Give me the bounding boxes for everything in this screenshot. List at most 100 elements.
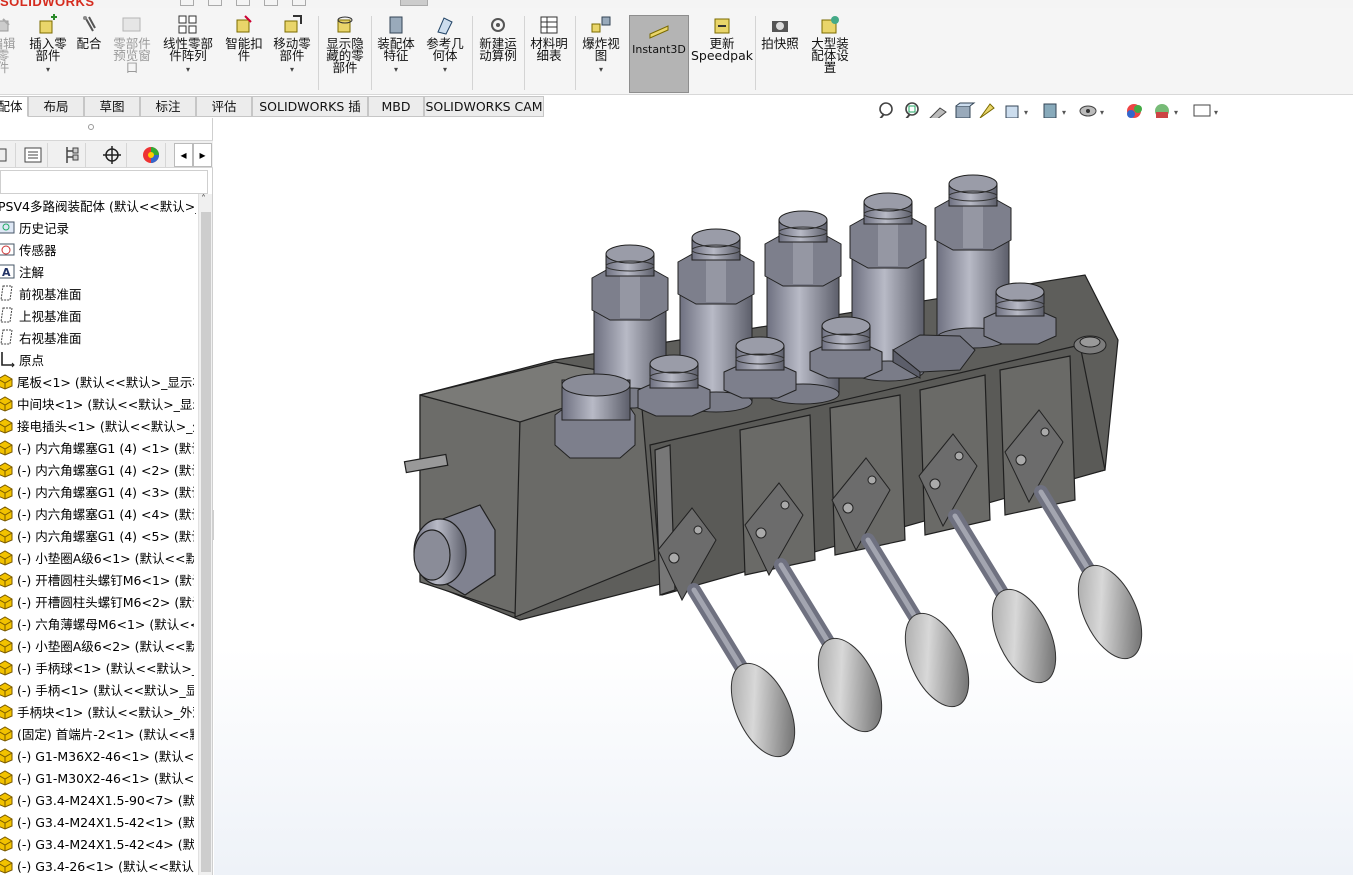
tree-item[interactable]: 尾板<1> (默认<<默认>_显示状 (0, 370, 194, 392)
chevron-down-icon[interactable]: ▾ (599, 64, 603, 76)
chevron-down-icon[interactable]: ▾ (290, 64, 294, 76)
linear-pattern-button[interactable]: 线性零部 件阵列 ▾ (158, 14, 218, 94)
tree-root-assembly[interactable]: PSV4多路阀装配体 (默认<<默认>_外 (0, 194, 196, 216)
tree-item[interactable]: (-) G3.4-26<1> (默认<<默认>_ (0, 854, 194, 876)
tree-item[interactable]: (-) 内六角螺塞G1 (4) <4> (默认 (0, 502, 194, 524)
insert-components-button[interactable]: 插入零 部件 ▾ (26, 14, 70, 94)
tree-item[interactable]: (-) 开槽圆柱头螺钉M6<1> (默认 (0, 568, 194, 590)
tab-solidworks-cam[interactable]: SOLIDWORKS CAM (424, 96, 544, 117)
tree-item[interactable]: (-) G1-M30X2-46<1> (默认<< (0, 766, 194, 788)
mate-button[interactable]: 配合 (72, 14, 106, 94)
quick-access-icon[interactable] (264, 0, 278, 6)
scrollbar-thumb[interactable] (201, 212, 211, 872)
tree-item[interactable]: (-) 内六角螺塞G1 (4) <2> (默认 (0, 458, 194, 480)
linear-pattern-label: 线性零部 件阵列 (162, 36, 213, 63)
tab-sketch[interactable]: 草图 (84, 96, 140, 117)
tree-item[interactable]: 原点 (0, 348, 196, 370)
bom-icon (538, 14, 560, 36)
tab-layout[interactable]: 布局 (28, 96, 84, 117)
section-view-icon (955, 102, 976, 119)
tree-item[interactable]: (-) G1-M36X2-46<1> (默认<< (0, 744, 194, 766)
tree-item[interactable]: (固定) 首端片-2<1> (默认<<默认 (0, 722, 194, 744)
tree-item[interactable]: 手柄块<1> (默认<<默认>_外观 (0, 700, 194, 722)
take-snapshot-button[interactable]: 拍快照 (757, 14, 803, 94)
quick-access-icon[interactable] (236, 0, 250, 6)
smart-fasteners-button[interactable]: 智能扣 件 (220, 14, 268, 94)
tab-mbd[interactable]: MBD (368, 96, 424, 117)
chevron-down-icon[interactable]: ▾ (46, 64, 50, 76)
feature-manager-panel: ◂ ▸ PSV4多路阀装配体 (默认<<默认>_外 历史记录 传感器 A 注解 前… (0, 118, 213, 875)
tree-item[interactable]: (-) 内六角螺塞G1 (4) <1> (默认 (0, 436, 194, 458)
chevron-down-icon[interactable]: ▾ (394, 64, 398, 76)
quick-access-icon[interactable] (292, 0, 306, 6)
instant3d-label: Instant3D (632, 43, 686, 56)
property-manager-tab[interactable] (18, 143, 48, 167)
tab-scroll-left-icon[interactable]: ◂ (174, 143, 193, 167)
exploded-view-button[interactable]: 爆炸视 图 ▾ (578, 14, 624, 94)
reference-geometry-label: 参考几 何体 (426, 36, 464, 63)
plane-icon (0, 284, 16, 302)
update-speedpak-button[interactable]: 更新 Speedpak (691, 14, 753, 94)
tree-scrollbar[interactable]: ˄ (198, 194, 212, 875)
graphics-area[interactable] (214, 118, 1353, 875)
reference-geometry-icon (434, 14, 456, 36)
part-icon (0, 526, 14, 544)
new-motion-study-button[interactable]: 新建运 动算例 (474, 14, 522, 94)
tree-item[interactable]: (-) G3.4-M24X1.5-42<4> (默认 (0, 832, 194, 854)
component-preview-button[interactable]: 零部件 预览窗 口 (108, 14, 156, 94)
instant3d-button[interactable]: Instant3D (629, 15, 689, 93)
assembly-features-button[interactable]: 装配体 特征 ▾ (373, 14, 419, 94)
feature-manager-tab[interactable] (0, 143, 16, 167)
scroll-up-icon[interactable]: ˄ (201, 194, 206, 205)
tab-markup[interactable]: 标注 (140, 96, 196, 117)
display-style-icon: ▾ (1043, 103, 1066, 119)
chevron-down-icon[interactable]: ▾ (443, 64, 447, 76)
quick-access-icon[interactable] (208, 0, 222, 6)
tree-item[interactable]: 中间块<1> (默认<<默认>_显示 (0, 392, 194, 414)
quick-access-icon[interactable] (180, 0, 194, 6)
tree-item[interactable]: (-) 开槽圆柱头螺钉M6<2> (默认 (0, 590, 194, 612)
tab-assembly[interactable]: 配体 (0, 96, 28, 117)
edit-component-button[interactable]: 编辑零 件 (0, 14, 20, 94)
tree-item[interactable]: 历史记录 (0, 216, 196, 238)
svg-text:▾: ▾ (1100, 108, 1104, 117)
display-manager-tab[interactable] (136, 143, 166, 167)
tab-evaluate[interactable]: 评估 (196, 96, 252, 117)
tree-item[interactable]: (-) G3.4-M24X1.5-42<1> (默认 (0, 810, 194, 832)
tree-item[interactable]: 上视基准面 (0, 304, 196, 326)
tree-item[interactable]: (-) 小垫圈A级6<1> (默认<<默认 (0, 546, 194, 568)
ribbon-divider (318, 16, 319, 90)
tree-item[interactable]: 传感器 (0, 238, 196, 260)
tree-item[interactable]: 前视基准面 (0, 282, 196, 304)
tree-item-label: 上视基准面 (19, 308, 82, 324)
tree-item[interactable]: (-) 手柄球<1> (默认<<默认>_外 (0, 656, 194, 678)
dimxpert-manager-tab[interactable] (97, 143, 127, 167)
move-component-button[interactable]: 移动零 部件 ▾ (268, 14, 316, 94)
tree-item-label: (-) 内六角螺塞G1 (4) <3> (默认 (17, 484, 194, 500)
tree-item-label: (-) 内六角螺塞G1 (4) <4> (默认 (17, 506, 194, 522)
tree-item[interactable]: 右视基准面 (0, 326, 196, 348)
tree-item[interactable]: A 注解 (0, 260, 196, 282)
valve-assembly-model (403, 174, 1143, 758)
tree-item[interactable]: (-) 内六角螺塞G1 (4) <3> (默认 (0, 480, 194, 502)
part-icon (0, 724, 14, 742)
tree-filter-input[interactable] (0, 170, 208, 194)
chevron-down-icon[interactable]: ▾ (186, 64, 190, 76)
quick-access-icon[interactable] (400, 0, 428, 6)
tree-item[interactable]: (-) G3.4-M24X1.5-90<7> (默认 (0, 788, 194, 810)
tree-item[interactable]: (-) 内六角螺塞G1 (4) <5> (默认 (0, 524, 194, 546)
show-hidden-components-button[interactable]: 显示隐 藏的零 部件 (320, 14, 370, 94)
zoom-to-area-icon (905, 102, 919, 120)
large-assembly-settings-button[interactable]: 大型装 配体设 置 (806, 14, 854, 94)
tree-item[interactable]: (-) 手柄<1> (默认<<默认>_显示 (0, 678, 194, 700)
reference-geometry-button[interactable]: 参考几 何体 ▾ (421, 14, 469, 94)
tree-item[interactable]: 接电插头<1> (默认<<默认>_外 (0, 414, 194, 436)
bill-of-materials-button[interactable]: 材料明 细表 (526, 14, 572, 94)
tab-solidworks-addins[interactable]: SOLIDWORKS 插件 (252, 96, 368, 133)
panel-grip-icon[interactable] (88, 124, 94, 130)
tab-scroll-right-icon[interactable]: ▸ (193, 143, 212, 167)
tree-item[interactable]: (-) 小垫圈A级6<2> (默认<<默认 (0, 634, 194, 656)
tree-item[interactable]: (-) 六角薄螺母M6<1> (默认<<默 (0, 612, 194, 634)
part-icon (0, 482, 14, 500)
configuration-manager-tab[interactable] (56, 143, 86, 167)
